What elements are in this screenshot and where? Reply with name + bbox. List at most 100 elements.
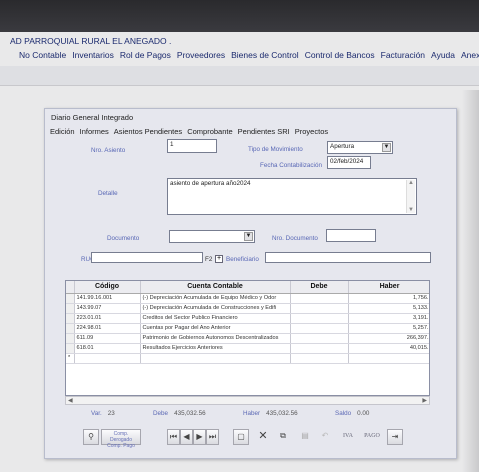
iva-button[interactable]: IVA	[339, 429, 357, 445]
row-selector[interactable]	[66, 303, 75, 314]
beneficiario-input[interactable]	[265, 252, 431, 263]
cell-cuenta[interactable]	[140, 353, 291, 364]
detalle-scrollbar[interactable]: ▲ ▼	[406, 180, 415, 213]
bottom-toolbar: ⚲ Comp. Derogado Comp. Pago ⏮ ◀ ▶ ⏭ ▢ ✕ …	[77, 421, 417, 449]
grid-horizontal-scrollbar[interactable]: ◀ ▶	[65, 396, 430, 405]
cell-haber[interactable]	[348, 353, 429, 364]
chevron-down-icon[interactable]: ▼	[382, 143, 391, 152]
menu-proveedores[interactable]: Proveedores	[177, 50, 225, 66]
new-document-icon[interactable]: ▢	[233, 429, 249, 445]
menu-informes[interactable]: Informes	[80, 127, 109, 136]
grid-corner	[66, 281, 75, 294]
row-selector[interactable]	[66, 323, 75, 334]
header-codigo[interactable]: Código	[74, 281, 141, 294]
menu-inventarios[interactable]: Inventarios	[72, 50, 114, 66]
new-row[interactable]: *	[66, 353, 429, 364]
copy-icon[interactable]: ⧉	[275, 429, 291, 445]
table-row[interactable]: 224.98.01 Cuentas por Pagar del Ano Ante…	[66, 323, 429, 334]
table-row[interactable]: 143.99.07 (-) Depreciación Acumulada de …	[66, 303, 429, 314]
saldo-value: 0.00	[357, 410, 370, 417]
cell-debe[interactable]	[290, 353, 349, 364]
cell-cuenta[interactable]: (-) Depreciación Acumulada de Construcci…	[140, 303, 291, 314]
table-row[interactable]: 223.01.01 Creditos del Sector Publico Fi…	[66, 313, 429, 324]
cell-haber[interactable]: 266,397.	[348, 333, 429, 344]
row-selector[interactable]	[66, 313, 75, 324]
cell-haber[interactable]: 5,133.	[348, 303, 429, 314]
var-total: Var. 23	[91, 410, 115, 417]
menu-no-contable[interactable]: No Contable	[19, 50, 66, 66]
cell-cuenta[interactable]: Cuentas por Pagar del Ano Anterior	[140, 323, 291, 334]
pago-button[interactable]: PAGO	[361, 429, 383, 445]
save-icon[interactable]: ▤	[297, 429, 313, 445]
menu-control-de-bancos[interactable]: Control de Bancos	[305, 50, 375, 66]
tipo-movimiento-select[interactable]: Apertura ▼	[327, 141, 393, 154]
fecha-input[interactable]: 02/feb/2024	[327, 156, 371, 169]
cell-codigo[interactable]: 141.99.16.001	[74, 293, 141, 304]
asiento-grid[interactable]: Código Cuenta Contable Debe Haber 141.99…	[65, 280, 430, 396]
last-record-icon[interactable]: ⏭	[206, 429, 219, 445]
cell-codigo[interactable]: 618.01	[74, 343, 141, 354]
header-cuenta[interactable]: Cuenta Contable	[140, 281, 291, 294]
nro-documento-input[interactable]	[326, 229, 376, 242]
documento-select[interactable]: ▼	[169, 230, 255, 243]
cell-haber[interactable]: 40,015.	[348, 343, 429, 354]
exit-icon[interactable]: ⇥	[387, 429, 403, 445]
nro-asiento-input[interactable]: 1	[167, 139, 217, 153]
tipo-movimiento-label: Tipo de Movimiento	[248, 146, 303, 153]
menu-asientos-pendientes[interactable]: Asientos Pendientes	[114, 127, 182, 136]
menu-anexo[interactable]: Anexo	[461, 50, 479, 66]
menu-comprobante[interactable]: Comprobante	[187, 127, 232, 136]
row-selector[interactable]	[66, 293, 75, 304]
scroll-left-icon[interactable]: ◀	[68, 397, 73, 404]
cell-cuenta[interactable]: Resultados Ejercicios Anteriores	[140, 343, 291, 354]
search-icon[interactable]: ⚲	[83, 429, 99, 445]
comp-button[interactable]: Comp. Derogado Comp. Pago	[101, 429, 141, 449]
cell-codigo[interactable]: 224.98.01	[74, 323, 141, 334]
cell-debe[interactable]	[290, 293, 349, 304]
prev-record-icon[interactable]: ◀	[180, 429, 193, 445]
header-haber[interactable]: Haber	[348, 281, 429, 294]
cell-cuenta[interactable]: (-) Depreciación Acumulada de Equipo Méd…	[140, 293, 291, 304]
scroll-up-icon[interactable]: ▲	[407, 180, 415, 186]
next-record-icon[interactable]: ▶	[193, 429, 206, 445]
haber-value: 435,032.56	[266, 410, 298, 417]
header-debe[interactable]: Debe	[290, 281, 349, 294]
menu-rol-de-pagos[interactable]: Rol de Pagos	[120, 50, 171, 66]
menu-bienes-de-control[interactable]: Bienes de Control	[231, 50, 299, 66]
table-row[interactable]: 611.09 Patrimonio de Gobiernos Autonomos…	[66, 333, 429, 344]
menu-facturacion[interactable]: Facturación	[381, 50, 425, 66]
cell-codigo[interactable]	[74, 353, 141, 364]
menu-edicion[interactable]: Edición	[50, 127, 75, 136]
detalle-value: asiento de apertura año2024	[170, 180, 251, 187]
cell-debe[interactable]	[290, 343, 349, 354]
cell-cuenta[interactable]: Patrimonio de Gobiernos Autonomos Descen…	[140, 333, 291, 344]
ruc-input[interactable]	[91, 252, 203, 263]
window-menu: Edición Informes Asientos Pendientes Com…	[50, 127, 328, 136]
cell-debe[interactable]	[290, 313, 349, 324]
menu-proyectos[interactable]: Proyectos	[295, 127, 328, 136]
cell-debe[interactable]	[290, 333, 349, 344]
cell-haber[interactable]: 1,756.	[348, 293, 429, 304]
add-icon[interactable]: +	[215, 255, 223, 263]
detalle-textarea[interactable]: asiento de apertura año2024 ▲ ▼	[167, 178, 417, 215]
delete-icon[interactable]: ✕	[255, 429, 271, 445]
cell-cuenta[interactable]: Creditos del Sector Publico Financiero	[140, 313, 291, 324]
table-row[interactable]: 141.99.16.001 (-) Depreciación Acumulada…	[66, 293, 429, 304]
undo-icon[interactable]: ↶	[317, 429, 333, 445]
cell-haber[interactable]: 5,257.	[348, 323, 429, 334]
row-selector[interactable]	[66, 333, 75, 344]
menu-ayuda[interactable]: Ayuda	[431, 50, 455, 66]
cell-debe[interactable]	[290, 323, 349, 334]
menu-pendientes-sri[interactable]: Pendientes SRI	[238, 127, 290, 136]
table-row[interactable]: 618.01 Resultados Ejercicios Anteriores …	[66, 343, 429, 354]
scroll-right-icon[interactable]: ▶	[422, 397, 427, 404]
cell-codigo[interactable]: 223.01.01	[74, 313, 141, 324]
row-selector[interactable]	[66, 343, 75, 354]
chevron-down-icon[interactable]: ▼	[244, 232, 253, 241]
cell-codigo[interactable]: 611.09	[74, 333, 141, 344]
cell-debe[interactable]	[290, 303, 349, 314]
cell-haber[interactable]: 3,191.	[348, 313, 429, 324]
first-record-icon[interactable]: ⏮	[167, 429, 180, 445]
scroll-down-icon[interactable]: ▼	[407, 207, 415, 213]
cell-codigo[interactable]: 143.99.07	[74, 303, 141, 314]
